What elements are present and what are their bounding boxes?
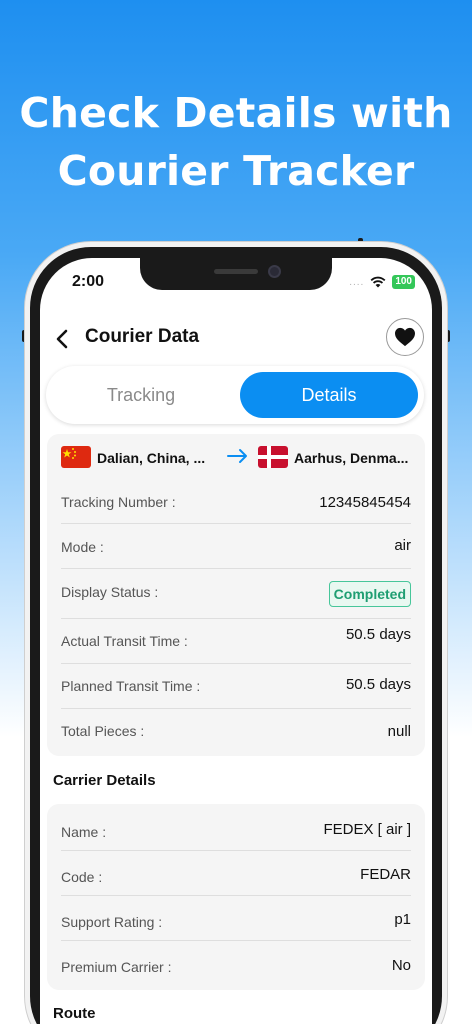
section-title-carrier: Carrier Details bbox=[53, 772, 156, 789]
headline-line-2: Courier Tracker bbox=[57, 147, 415, 195]
detail-row-actual-transit: Actual Transit Time : 50.5 days bbox=[61, 619, 411, 664]
detail-row-total-pieces: Total Pieces : null bbox=[61, 709, 411, 754]
detail-row-tracking-number: Tracking Number : 12345845454 bbox=[61, 479, 411, 524]
carrier-row-name: Name : FEDEX [ air ] bbox=[61, 806, 411, 851]
promo-headline: Check Details with Courier Tracker bbox=[0, 84, 472, 200]
carrier-label: Support Rating : bbox=[61, 914, 163, 930]
detail-value: null bbox=[387, 723, 411, 740]
status-badge: Completed bbox=[328, 581, 411, 607]
cell-signal-icon: .... bbox=[349, 276, 365, 288]
front-camera bbox=[268, 265, 281, 278]
chevron-left-icon[interactable] bbox=[52, 324, 72, 354]
page-title: Courier Data bbox=[85, 326, 200, 347]
carrier-row-premium: Premium Carrier : No bbox=[61, 941, 411, 986]
detail-value: 50.5 days bbox=[345, 626, 411, 643]
tab-switcher: Tracking Details bbox=[46, 366, 424, 424]
detail-label: Tracking Number : bbox=[61, 494, 176, 510]
carrier-row-support-rating: Support Rating : p1 bbox=[61, 896, 411, 941]
destination-location: Aarhus, Denma... bbox=[294, 450, 409, 466]
carrier-value: No bbox=[391, 957, 411, 974]
carrier-label: Code : bbox=[61, 869, 103, 885]
detail-label: Mode : bbox=[61, 539, 104, 555]
nav-bar: Courier Data bbox=[40, 318, 432, 368]
denmark-flag-icon bbox=[258, 446, 288, 468]
phone-screen: 2:00 .... 100 Courier Data Tracking Deta… bbox=[40, 258, 432, 1024]
heart-icon bbox=[395, 327, 415, 347]
route-summary: Dalian, China, ... Aarhus, Denma... bbox=[47, 434, 425, 482]
detail-value: 50.5 days bbox=[345, 676, 411, 693]
tab-tracking[interactable]: Tracking bbox=[52, 372, 230, 418]
detail-label: Total Pieces : bbox=[61, 723, 145, 739]
speaker-grille bbox=[214, 269, 258, 274]
phone-notch bbox=[140, 258, 332, 290]
tab-details[interactable]: Details bbox=[240, 372, 418, 418]
china-flag-icon bbox=[61, 446, 91, 468]
battery-indicator: 100 bbox=[392, 275, 415, 289]
detail-label: Display Status : bbox=[61, 584, 159, 600]
wifi-icon bbox=[370, 276, 386, 288]
status-indicators: .... 100 bbox=[349, 275, 415, 289]
arrow-right-icon bbox=[227, 449, 247, 463]
carrier-details-card: Name : FEDEX [ air ] Code : FEDAR Suppor… bbox=[47, 804, 425, 990]
detail-row-planned-transit: Planned Transit Time : 50.5 days bbox=[61, 664, 411, 709]
carrier-value: FEDEX [ air ] bbox=[323, 821, 411, 838]
status-time: 2:00 bbox=[72, 273, 105, 290]
headline-line-1: Check Details with bbox=[19, 89, 453, 137]
origin-location: Dalian, China, ... bbox=[97, 450, 206, 466]
carrier-value: p1 bbox=[394, 911, 411, 928]
detail-label: Planned Transit Time : bbox=[61, 678, 201, 694]
carrier-label: Premium Carrier : bbox=[61, 959, 172, 975]
favorite-button[interactable] bbox=[386, 318, 424, 356]
detail-value: 12345845454 bbox=[319, 494, 411, 511]
detail-value: air bbox=[394, 537, 411, 554]
shipment-details-card: Dalian, China, ... Aarhus, Denma... Trac… bbox=[47, 434, 425, 756]
detail-label: Actual Transit Time : bbox=[61, 633, 188, 649]
detail-row-status: Display Status : Completed bbox=[61, 569, 411, 619]
carrier-value: FEDAR bbox=[360, 866, 411, 883]
detail-row-mode: Mode : air bbox=[61, 524, 411, 569]
section-title-route: Route bbox=[53, 1005, 96, 1022]
carrier-label: Name : bbox=[61, 824, 107, 840]
carrier-row-code: Code : FEDAR bbox=[61, 851, 411, 896]
